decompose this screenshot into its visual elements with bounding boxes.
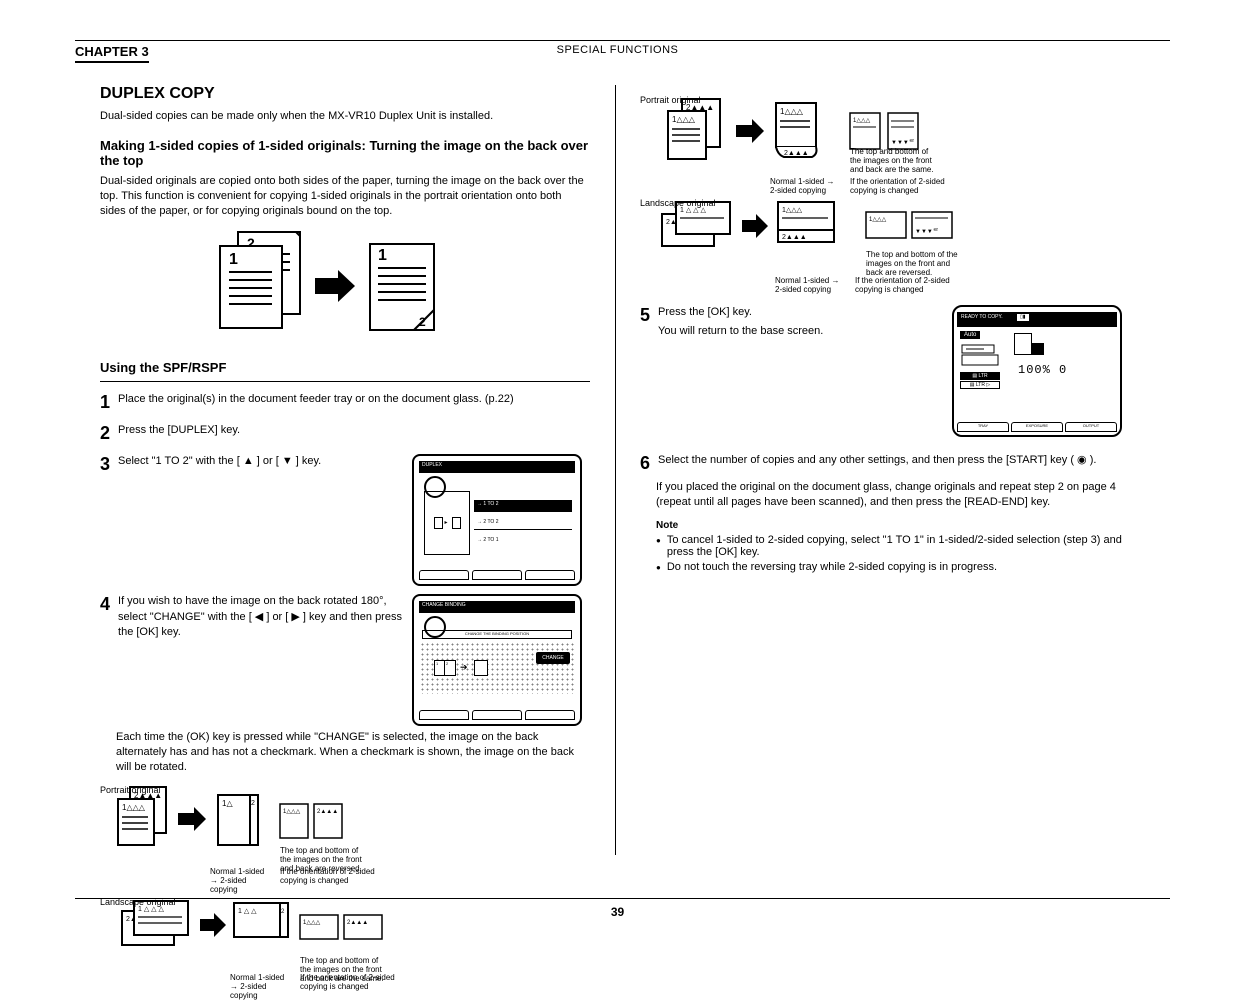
note-bullet: Do not touch the reversing tray while 2-… — [667, 561, 1130, 575]
svg-text:1 △ △ △: 1 △ △ △ — [680, 207, 706, 214]
lcd-option: → 1 TO 2 — [474, 500, 572, 512]
svg-text:2▲▲▲: 2▲▲▲ — [317, 809, 338, 815]
svg-text:1△△△: 1△△△ — [853, 118, 871, 124]
page-number: 39 — [0, 905, 1235, 919]
figure-portrait-row-r: Portrait original 2▲▲▲ 1△△△ 1△△△ 2▲▲▲ — [640, 97, 1130, 174]
lcd-option: → 2 TO 2 — [474, 518, 572, 530]
figure-1to2: 2 1 1 — [100, 226, 590, 346]
step-text: Select the number of copies and any othe… — [658, 453, 1130, 474]
svg-text:1△△△: 1△△△ — [780, 107, 804, 116]
subsection-heading: Making 1-sided copies of 1-sided origina… — [100, 138, 590, 168]
svg-text:1△△△: 1△△△ — [672, 115, 696, 124]
svg-text:1△: 1△ — [222, 799, 233, 808]
lcd-option: → 2 TO 1 — [474, 536, 572, 548]
svg-text:1△△△: 1△△△ — [283, 809, 301, 815]
caption: The top and bottom of the images on the … — [300, 956, 390, 983]
step-number: 3 — [100, 454, 110, 586]
svg-text:2: 2 — [419, 315, 426, 329]
intro-note: Dual-sided copies can be made only when … — [100, 109, 590, 124]
svg-text:2▲▲▲: 2▲▲▲ — [347, 920, 368, 926]
svg-text:2▲▲▲: 2▲▲▲ — [782, 234, 807, 241]
note-label: Note — [656, 520, 1130, 531]
figure-portrait-row: Portrait original 2▲▲▲ 1△△△ 1△ 2 1△△ — [100, 787, 590, 873]
svg-text:1△△△: 1△△△ — [782, 207, 803, 214]
svg-text:1: 1 — [229, 251, 238, 268]
step-text: Select "1 TO 2" with the [ ▲ ] or [ ▼ ] … — [118, 455, 321, 467]
svg-text:2: 2 — [251, 800, 255, 807]
svg-text:2▲▲▲: 2▲▲▲ — [784, 150, 809, 157]
step-text: If you wish to have the image on the bac… — [118, 595, 402, 638]
body-text: If you placed the original on the docume… — [656, 480, 1130, 510]
step-number: 4 — [100, 594, 110, 726]
svg-text:1△△△: 1△△△ — [869, 217, 887, 223]
caption: The top and bottom of the images on the … — [280, 846, 370, 873]
svg-text:▼▼▼ᄅ: ▼▼▼ᄅ — [891, 139, 914, 146]
caption: The top and bottom of the images on the … — [866, 250, 966, 277]
step-number: 2 — [100, 423, 110, 444]
step-text: Place the original(s) in the document fe… — [118, 392, 590, 413]
svg-text:1△△△: 1△△△ — [303, 920, 321, 926]
lcd-ready-screen: READY TO COPY.▯▮ Auto ▤ LTR ▤ LTR ▷ 100 — [952, 305, 1122, 437]
lcd-duplex-menu: DUPLEX ▸ → 1 TO 2 → 2 TO 2 → 2 TO 1 — [412, 454, 582, 586]
svg-text:1△△△: 1△△△ — [122, 803, 146, 812]
step-number: 1 — [100, 392, 110, 413]
lcd-change-binding: CHANGE BINDING CHANGE THE BINDING POSITI… — [412, 594, 582, 726]
step-number: 6 — [640, 453, 650, 474]
body-text: Each time the (OK) key is pressed while … — [116, 730, 590, 775]
section-heading: DUPLEX COPY — [100, 85, 590, 103]
note-bullet: To cancel 1-sided to 2-sided copying, se… — [667, 534, 1130, 558]
figure-landscape-row-r: Landscape original 2▲ 1 △ △ △ 1△△△ 2▲▲▲ … — [640, 200, 1130, 277]
page-header-title: SPECIAL FUNCTIONS — [0, 44, 1235, 56]
svg-text:▼▼▼ᄅ: ▼▼▼ᄅ — [915, 228, 938, 235]
body-text: Dual-sided originals are copied onto bot… — [100, 174, 590, 219]
lcd-title: CHANGE BINDING — [419, 601, 575, 613]
svg-text:1: 1 — [378, 247, 387, 264]
step-number: 5 — [640, 305, 650, 437]
lcd-change-button: CHANGE — [536, 652, 570, 664]
subsection-spf: Using the SPF/RSPF — [100, 360, 590, 375]
lcd-title: DUPLEX — [419, 461, 575, 473]
step-text: Press the [DUPLEX] key. — [118, 424, 240, 436]
caption: The top and bottom of the images on the … — [850, 147, 940, 174]
